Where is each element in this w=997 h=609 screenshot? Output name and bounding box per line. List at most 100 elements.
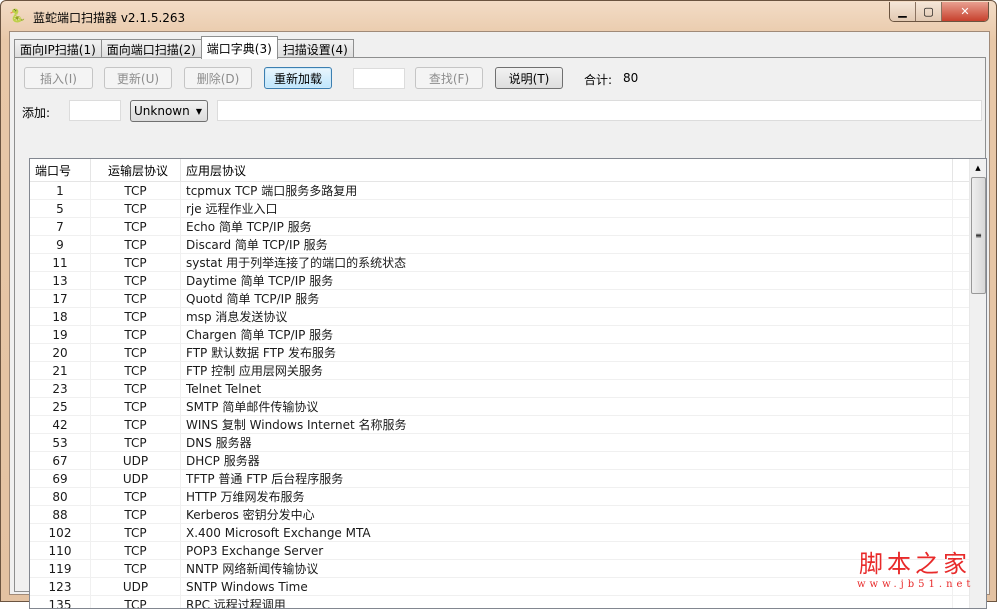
column-header-application[interactable]: 应用层协议 xyxy=(181,159,953,181)
cell-application: Quotd 简单 TCP/IP 服务 xyxy=(181,290,953,307)
tab-ip-scan[interactable]: 面向IP扫描(1) xyxy=(14,39,102,59)
table-row[interactable]: 110 TCP POP3 Exchange Server xyxy=(30,542,986,560)
table-row[interactable]: 17 TCP Quotd 简单 TCP/IP 服务 xyxy=(30,290,986,308)
update-button[interactable]: 更新(U) xyxy=(104,67,172,89)
cell-filler xyxy=(953,452,970,469)
search-input[interactable] xyxy=(353,68,405,89)
cell-application: DHCP 服务器 xyxy=(181,452,953,469)
cell-transport: TCP xyxy=(91,506,181,523)
protocol-select[interactable]: Unknown ▼ xyxy=(130,100,208,122)
table-row[interactable]: 19 TCP Chargen 简单 TCP/IP 服务 xyxy=(30,326,986,344)
cell-application: systat 用于列举连接了的端口的系统状态 xyxy=(181,254,953,271)
cell-application: rje 远程作业入口 xyxy=(181,200,953,217)
table-header: 端口号 运输层协议 应用层协议 xyxy=(30,159,986,182)
cell-port: 123 xyxy=(30,578,91,595)
table-row[interactable]: 18 TCP msp 消息发送协议 xyxy=(30,308,986,326)
add-port-input[interactable] xyxy=(69,100,121,121)
cell-transport: TCP xyxy=(91,542,181,559)
cell-application: POP3 Exchange Server xyxy=(181,542,953,559)
cell-transport: TCP xyxy=(91,308,181,325)
reload-button[interactable]: 重新加载 xyxy=(264,67,332,89)
cell-filler xyxy=(953,434,970,451)
client-area: 面向IP扫描(1) 面向端口扫描(2) 端口字典(3) 扫描设置(4) 插入(I… xyxy=(9,31,990,609)
maximize-button[interactable]: ▢ xyxy=(916,2,942,21)
cell-transport: TCP xyxy=(91,434,181,451)
table-row[interactable]: 11 TCP systat 用于列举连接了的端口的系统状态 xyxy=(30,254,986,272)
cell-application: RPC 远程过程调用 xyxy=(181,596,953,608)
table-row[interactable]: 25 TCP SMTP 简单邮件传输协议 xyxy=(30,398,986,416)
delete-button[interactable]: 删除(D) xyxy=(184,67,252,89)
cell-filler xyxy=(953,182,970,199)
insert-button[interactable]: 插入(I) xyxy=(24,67,93,89)
protocol-select-value: Unknown xyxy=(134,104,190,118)
cell-filler xyxy=(953,218,970,235)
cell-application: Kerberos 密钥分发中心 xyxy=(181,506,953,523)
minimize-button[interactable]: ▁ xyxy=(890,2,916,21)
cell-transport: UDP xyxy=(91,452,181,469)
cell-application: HTTP 万维网发布服务 xyxy=(181,488,953,505)
cell-application: TFTP 普通 FTP 后台程序服务 xyxy=(181,470,953,487)
table-row[interactable]: 102 TCP X.400 Microsoft Exchange MTA xyxy=(30,524,986,542)
cell-port: 135 xyxy=(30,596,91,608)
scroll-thumb[interactable]: ≡ xyxy=(971,177,986,294)
cell-port: 1 xyxy=(30,182,91,199)
find-button[interactable]: 查找(F) xyxy=(415,67,483,89)
cell-transport: UDP xyxy=(91,578,181,595)
cell-transport: TCP xyxy=(91,254,181,271)
tab-port-scan[interactable]: 面向端口扫描(2) xyxy=(100,39,202,59)
tab-port-dictionary[interactable]: 端口字典(3) xyxy=(200,36,278,59)
table-row[interactable]: 69 UDP TFTP 普通 FTP 后台程序服务 xyxy=(30,470,986,488)
cell-port: 53 xyxy=(30,434,91,451)
help-button[interactable]: 说明(T) xyxy=(495,67,563,89)
table-row[interactable]: 7 TCP Echo 简单 TCP/IP 服务 xyxy=(30,218,986,236)
cell-port: 18 xyxy=(30,308,91,325)
cell-application: DNS 服务器 xyxy=(181,434,953,451)
close-button[interactable]: ✕ xyxy=(942,2,988,21)
cell-port: 25 xyxy=(30,398,91,415)
cell-filler xyxy=(953,362,970,379)
cell-filler xyxy=(953,398,970,415)
cell-port: 80 xyxy=(30,488,91,505)
tab-scan-settings[interactable]: 扫描设置(4) xyxy=(276,39,354,59)
table-row[interactable]: 23 TCP Telnet Telnet xyxy=(30,380,986,398)
table-row[interactable]: 42 TCP WINS 复制 Windows Internet 名称服务 xyxy=(30,416,986,434)
cell-transport: TCP xyxy=(91,380,181,397)
cell-transport: TCP xyxy=(91,326,181,343)
table-row[interactable]: 53 TCP DNS 服务器 xyxy=(30,434,986,452)
table-row[interactable]: 135 TCP RPC 远程过程调用 xyxy=(30,596,986,608)
port-dictionary-panel: 插入(I) 更新(U) 删除(D) 重新加载 查找(F) 说明(T) 合计: 8… xyxy=(14,57,987,609)
cell-application: NNTP 网络新闻传输协议 xyxy=(181,560,953,577)
cell-port: 102 xyxy=(30,524,91,541)
cell-port: 17 xyxy=(30,290,91,307)
table-row[interactable]: 20 TCP FTP 默认数据 FTP 发布服务 xyxy=(30,344,986,362)
column-header-transport[interactable]: 运输层协议 xyxy=(91,159,181,181)
cell-transport: TCP xyxy=(91,596,181,608)
table-row[interactable]: 88 TCP Kerberos 密钥分发中心 xyxy=(30,506,986,524)
cell-transport: TCP xyxy=(91,200,181,217)
table-row[interactable]: 5 TCP rje 远程作业入口 xyxy=(30,200,986,218)
column-header-filler xyxy=(953,159,970,181)
table-row[interactable]: 21 TCP FTP 控制 应用层网关服务 xyxy=(30,362,986,380)
table-row[interactable]: 67 UDP DHCP 服务器 xyxy=(30,452,986,470)
cell-port: 42 xyxy=(30,416,91,433)
cell-application: FTP 控制 应用层网关服务 xyxy=(181,362,953,379)
add-description-input[interactable] xyxy=(217,100,982,121)
table-row[interactable]: 123 UDP SNTP Windows Time xyxy=(30,578,986,596)
cell-port: 67 xyxy=(30,452,91,469)
table-row[interactable]: 13 TCP Daytime 简单 TCP/IP 服务 xyxy=(30,272,986,290)
add-label: 添加: xyxy=(22,106,51,120)
window-title: 蓝蛇端口扫描器 v2.1.5.263 xyxy=(33,10,186,25)
table-row[interactable]: 119 TCP NNTP 网络新闻传输协议 xyxy=(30,560,986,578)
scroll-up-arrow-icon[interactable]: ▲ xyxy=(970,159,986,176)
snake-app-icon: 🐍 xyxy=(9,9,26,24)
cell-filler xyxy=(953,506,970,523)
title-bar: 🐍 蓝蛇端口扫描器 v2.1.5.263 xyxy=(9,7,185,27)
cell-transport: TCP xyxy=(91,272,181,289)
column-header-port[interactable]: 端口号 xyxy=(30,159,91,181)
table-row[interactable]: 9 TCP Discard 简单 TCP/IP 服务 xyxy=(30,236,986,254)
cell-application: Discard 简单 TCP/IP 服务 xyxy=(181,236,953,253)
cell-filler xyxy=(953,290,970,307)
vertical-scrollbar[interactable]: ▲ ≡ xyxy=(969,159,986,608)
table-row[interactable]: 1 TCP tcpmux TCP 端口服务多路复用 xyxy=(30,182,986,200)
table-row[interactable]: 80 TCP HTTP 万维网发布服务 xyxy=(30,488,986,506)
